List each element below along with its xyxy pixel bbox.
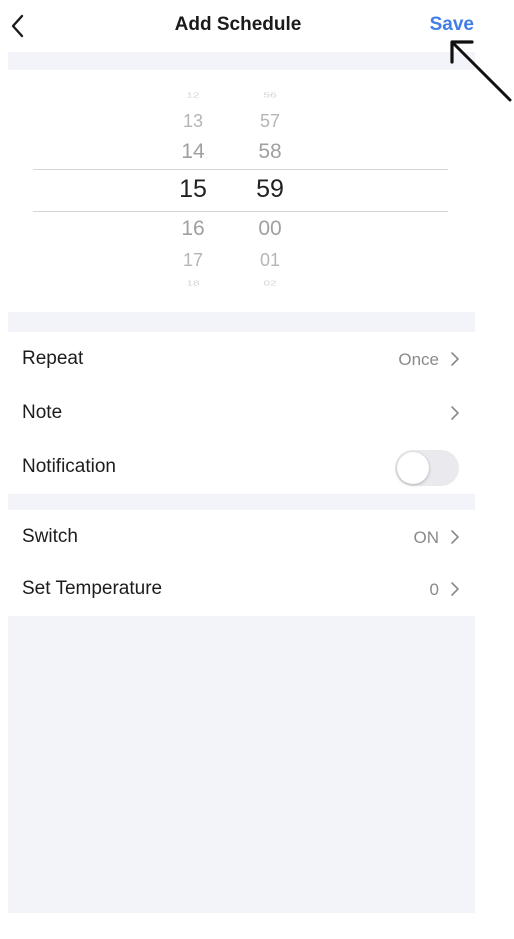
note-label: Note (22, 402, 63, 423)
hour-option: 16 (181, 217, 205, 240)
repeat-label: Repeat (22, 348, 84, 369)
set-temperature-value: 0 (429, 580, 439, 599)
notification-row: Notification (8, 440, 475, 494)
minute-option: 01 (259, 250, 281, 270)
hour-wheel[interactable]: 12 13 14 15 16 17 18 (163, 70, 223, 312)
switch-row[interactable]: Switch ON (8, 510, 475, 564)
switch-label: Switch (22, 526, 78, 547)
section-gap (8, 494, 475, 510)
section-gap (8, 312, 475, 332)
hour-option: 17 (182, 250, 204, 270)
hour-option: 13 (182, 111, 204, 131)
set-temperature-row[interactable]: Set Temperature 0 (8, 562, 475, 616)
chevron-right-icon (451, 582, 459, 596)
minute-option: 00 (258, 217, 282, 240)
chevron-right-icon (451, 530, 459, 544)
chevron-right-icon (451, 406, 459, 420)
notification-toggle[interactable] (395, 450, 459, 486)
hour-option: 18 (186, 278, 200, 288)
repeat-row[interactable]: Repeat Once (8, 332, 475, 386)
add-schedule-screen: Add Schedule Save 12 13 14 15 16 17 18 5… (0, 0, 514, 939)
selection-line-bottom (33, 211, 448, 212)
chevron-right-icon (451, 352, 459, 366)
save-button[interactable]: Save (430, 14, 474, 36)
time-picker: 12 13 14 15 16 17 18 56 57 58 59 00 01 0… (8, 70, 475, 312)
repeat-value: Once (398, 350, 439, 369)
selected-hour: 15 (179, 175, 207, 203)
nav-header: Add Schedule Save (0, 0, 476, 52)
minute-option: 56 (263, 90, 277, 100)
minute-option: 02 (263, 278, 277, 288)
hour-option: 12 (186, 90, 200, 100)
empty-content-area (8, 616, 475, 913)
note-row[interactable]: Note (8, 386, 475, 440)
hour-option: 14 (181, 140, 205, 163)
minute-option: 58 (258, 140, 282, 163)
selected-minute: 59 (256, 175, 284, 203)
page-title: Add Schedule (174, 14, 302, 35)
annotation-arrow-icon (450, 40, 512, 102)
section-gap (8, 52, 475, 70)
toggle-knob (397, 452, 429, 484)
switch-value: ON (413, 528, 440, 547)
minute-option: 57 (259, 111, 281, 131)
notification-label: Notification (22, 456, 116, 477)
set-temperature-label: Set Temperature (22, 578, 163, 599)
selection-line-top (33, 169, 448, 170)
minute-wheel[interactable]: 56 57 58 59 00 01 02 (240, 70, 300, 312)
